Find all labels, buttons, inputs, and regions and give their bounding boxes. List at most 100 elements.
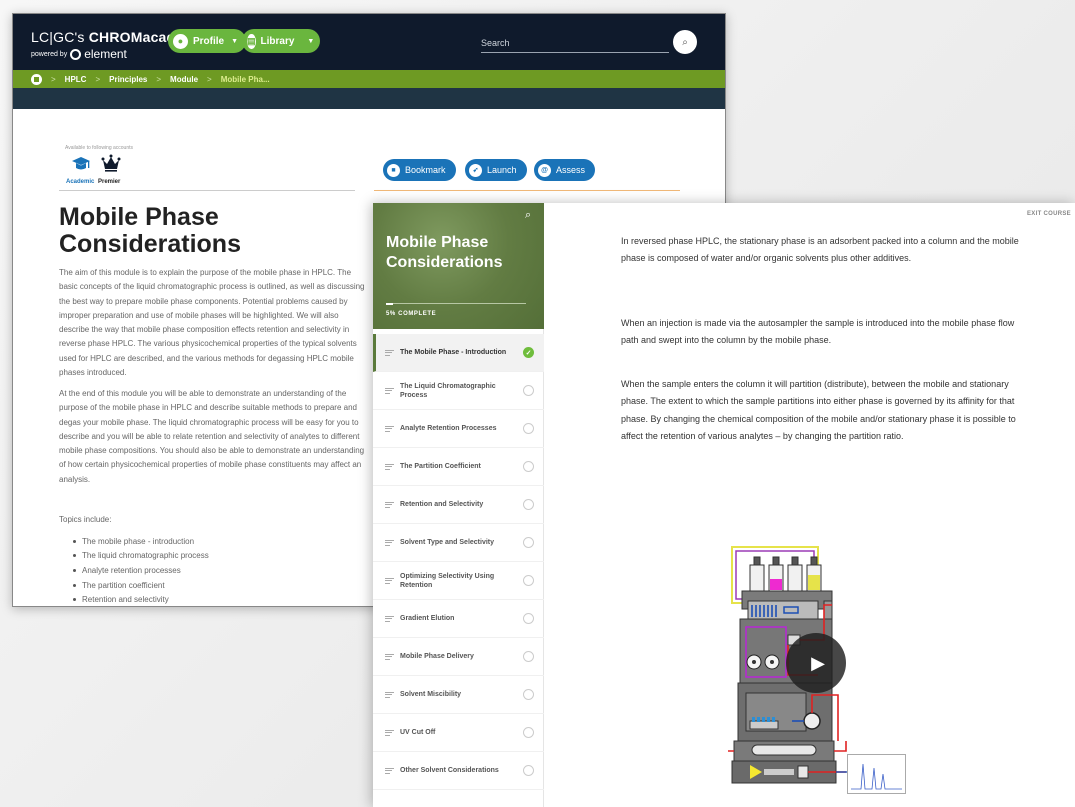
empty-circle-icon — [523, 613, 534, 624]
lesson-name: Mobile Phase Delivery — [400, 653, 474, 660]
empty-circle-icon — [523, 689, 534, 700]
empty-circle-icon — [523, 423, 534, 434]
play-icon: ▶ — [811, 652, 825, 673]
lesson-item[interactable]: Retention and Selectivity — [373, 486, 544, 524]
lesson-name: Other Solvent Considerations — [400, 767, 499, 774]
lesson-item[interactable]: Solvent Type and Selectivity — [373, 524, 544, 562]
course-header: ⌕ Mobile Phase Considerations 5% COMPLET… — [373, 203, 544, 329]
list-item: The mobile phase - introduction — [73, 534, 209, 549]
list-lines-icon — [385, 653, 394, 660]
chevron-down-icon: ▼ — [307, 37, 315, 45]
graduation-cap-icon — [72, 157, 90, 170]
list-lines-icon — [385, 387, 394, 394]
search-icon: ⌕ — [682, 36, 688, 48]
lesson-name: The Partition Coefficient — [400, 463, 481, 470]
empty-circle-icon — [523, 575, 534, 586]
lesson-name: Analyte Retention Processes — [400, 425, 497, 432]
library-menu-button[interactable]: ▤ Library ▼ — [242, 29, 320, 53]
book-icon: ▤ — [247, 33, 256, 49]
breadcrumb: > HPLC > Principles > Module > Mobile Ph… — [13, 70, 725, 88]
lesson-name: Gradient Elution — [400, 615, 455, 622]
module-description: The aim of this module is to explain the… — [59, 268, 365, 378]
crown-icon — [101, 154, 121, 172]
topics-heading: Topics include: — [59, 515, 112, 524]
empty-circle-icon — [523, 499, 534, 510]
lesson-item[interactable]: The Liquid Chromatographic Process — [373, 372, 544, 410]
empty-circle-icon — [523, 461, 534, 472]
rocket-icon: ➶ — [469, 163, 482, 177]
list-item: Analyte retention processes — [73, 563, 209, 578]
empty-circle-icon — [523, 385, 534, 396]
breadcrumb-module[interactable]: Module — [170, 75, 198, 84]
list-lines-icon — [385, 501, 394, 508]
search-button[interactable]: ⌕ — [673, 30, 697, 54]
launch-button[interactable]: ➶ Launch — [465, 159, 527, 181]
course-player-window: ⌕ Mobile Phase Considerations 5% COMPLET… — [373, 203, 1075, 807]
course-title: Mobile Phase Considerations — [386, 234, 503, 271]
breadcrumb-principles[interactable]: Principles — [109, 75, 147, 84]
lesson-item[interactable]: The Mobile Phase - Introduction ✓ — [373, 334, 544, 372]
chevron-down-icon: ▼ — [231, 37, 239, 45]
lesson-name: Solvent Type and Selectivity — [400, 539, 495, 546]
header-band — [13, 88, 725, 109]
lesson-item[interactable]: The Partition Coefficient — [373, 448, 544, 486]
search-icon[interactable]: ⌕ — [525, 209, 531, 222]
play-video-button[interactable]: ▶ — [786, 633, 846, 693]
top-navigation-bar: LC|GC's CHROMacademy powered by element … — [13, 14, 725, 70]
lesson-paragraph: In reversed phase HPLC, the stationary p… — [621, 236, 1019, 264]
module-outcomes: At the end of this module you will be ab… — [59, 389, 365, 484]
search-input[interactable]: Search — [481, 35, 669, 53]
lesson-item[interactable]: Optimizing Selectivity Using Retention — [373, 562, 544, 600]
lesson-paragraph: When an injection is made via the autosa… — [621, 318, 1015, 346]
lesson-name: Retention and Selectivity — [400, 501, 484, 508]
lesson-paragraph: When the sample enters the column it wil… — [621, 379, 1016, 442]
lesson-item[interactable]: Analyte Retention Processes — [373, 410, 544, 448]
check-circle-icon: ✓ — [523, 347, 534, 358]
lesson-item[interactable]: UV Cut Off — [373, 714, 544, 752]
list-lines-icon — [385, 729, 394, 736]
lesson-name: Optimizing Selectivity Using Retention — [400, 572, 495, 589]
premier-label: Premier — [98, 179, 121, 185]
list-lines-icon — [385, 463, 394, 470]
person-icon: ● — [173, 33, 188, 49]
breadcrumb-hplc[interactable]: HPLC — [65, 75, 87, 84]
list-item: The partition coefficient — [73, 578, 209, 593]
empty-circle-icon — [523, 537, 534, 548]
lesson-name: Solvent Miscibility — [400, 691, 462, 698]
list-lines-icon — [385, 767, 394, 774]
empty-circle-icon — [523, 765, 534, 776]
topics-list: The mobile phase - introduction The liqu… — [73, 534, 209, 606]
list-lines-icon — [385, 349, 394, 356]
progress-track — [386, 303, 526, 304]
lesson-item[interactable]: Gradient Elution — [373, 600, 544, 638]
exit-course-button[interactable]: EXIT COURSE — [1027, 211, 1071, 217]
list-lines-icon — [385, 577, 394, 584]
academic-label: Academic — [66, 179, 95, 185]
bookmark-icon: ■ — [387, 163, 400, 177]
lesson-item[interactable]: Other Solvent Considerations — [373, 752, 544, 790]
list-item: Retention and selectivity — [73, 592, 209, 606]
assess-button[interactable]: @ Assess — [534, 159, 596, 181]
module-title: Mobile Phase Considerations — [59, 203, 241, 258]
assess-icon: @ — [538, 163, 551, 177]
empty-circle-icon — [523, 651, 534, 662]
list-lines-icon — [385, 539, 394, 546]
bookmark-button[interactable]: ■ Bookmark — [383, 159, 456, 181]
breadcrumb-current: Mobile Pha... — [220, 74, 270, 84]
progress-label: 5% COMPLETE — [386, 311, 437, 317]
lesson-item[interactable]: Mobile Phase Delivery — [373, 638, 544, 676]
element-logo-icon — [70, 48, 82, 60]
divider — [59, 190, 355, 191]
home-icon[interactable] — [31, 73, 42, 85]
available-accounts-label: Available to following accounts — [65, 145, 134, 151]
list-item: The liquid chromatographic process — [73, 549, 209, 564]
list-lines-icon — [385, 425, 394, 432]
divider — [374, 190, 680, 191]
lesson-name: The Mobile Phase - Introduction — [400, 349, 507, 356]
profile-menu-button[interactable]: ● Profile ▼ — [168, 29, 247, 53]
lesson-sidebar: ⌕ Mobile Phase Considerations 5% COMPLET… — [373, 203, 544, 807]
lesson-item[interactable]: Solvent Miscibility — [373, 676, 544, 714]
empty-circle-icon — [523, 727, 534, 738]
chromatogram-thumbnail — [847, 754, 906, 794]
list-lines-icon — [385, 615, 394, 622]
